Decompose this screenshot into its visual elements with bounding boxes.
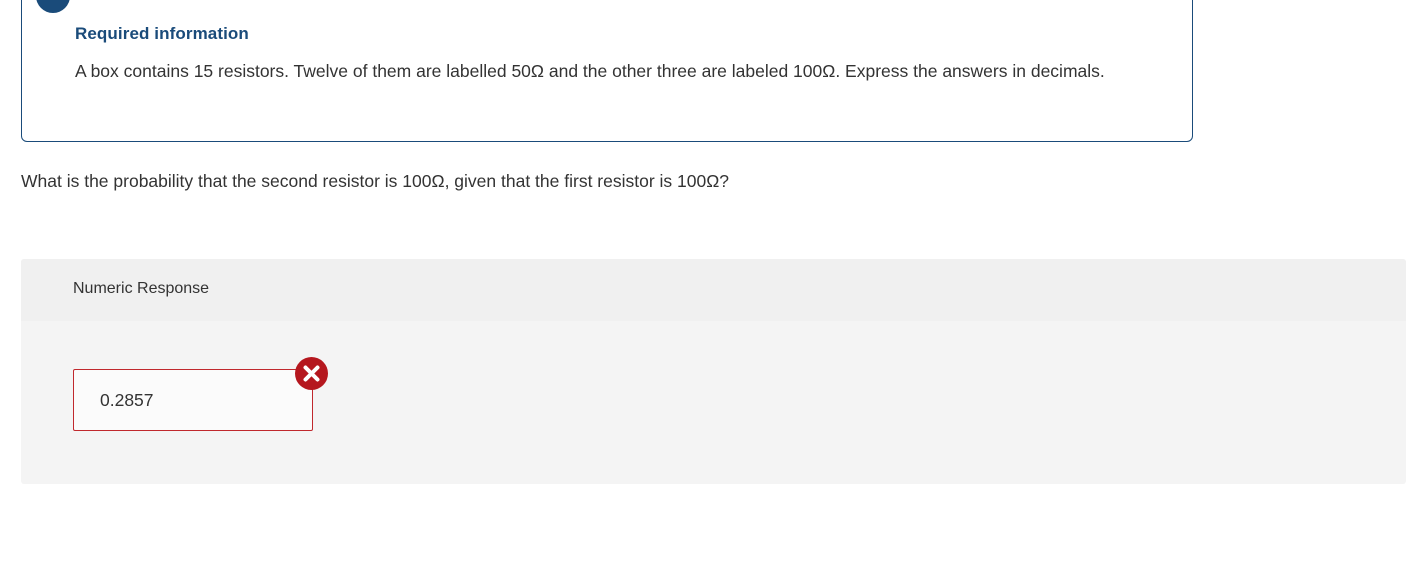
answer-input[interactable]: [73, 369, 313, 431]
required-information-box: ! Required information A box contains 15…: [21, 0, 1193, 142]
incorrect-x-icon: [295, 357, 328, 390]
response-header: Numeric Response: [21, 259, 1406, 321]
exclamation-icon: !: [36, 0, 70, 13]
question-text: What is the probability that the second …: [21, 171, 730, 191]
numeric-response-panel: Numeric Response: [21, 259, 1406, 484]
response-type-label: Numeric Response: [73, 280, 210, 297]
info-title: Required information: [75, 24, 249, 43]
info-text: A box contains 15 resistors. Twelve of t…: [75, 61, 1105, 81]
